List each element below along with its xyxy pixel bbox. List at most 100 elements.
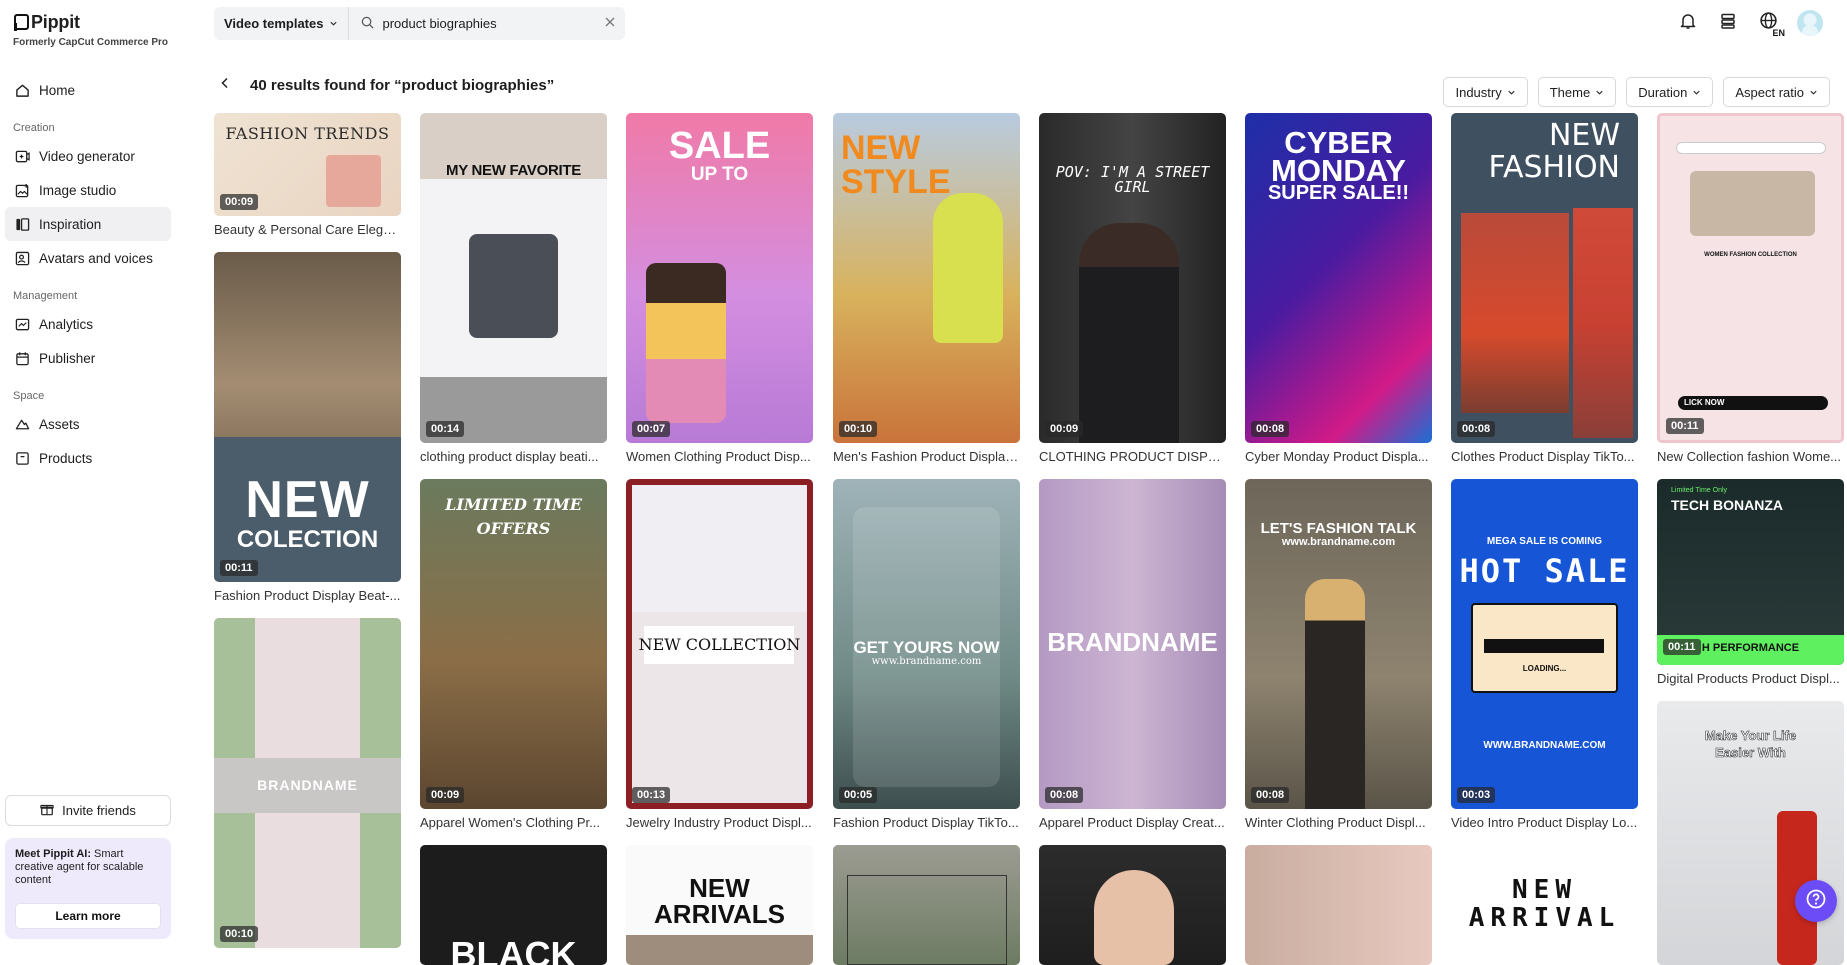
avatar-icon — [14, 250, 30, 266]
thumb-headline: NEW — [1512, 875, 1577, 905]
template-caption: Video Intro Product Display Lo... — [1451, 815, 1638, 830]
analytics-icon — [14, 316, 30, 332]
home-icon — [14, 82, 30, 98]
template-thumbnail[interactable]: Make Your Life Easier With — [1657, 701, 1844, 965]
language-button[interactable]: EN — [1757, 12, 1785, 38]
template-thumbnail[interactable]: NEW COLECTION 00:11 — [214, 252, 401, 582]
help-button[interactable] — [1795, 880, 1837, 922]
template-thumbnail[interactable] — [1039, 845, 1226, 965]
calendar-icon — [14, 350, 30, 366]
thumb-headline-2: ARRIVALS — [654, 899, 785, 929]
template-thumbnail[interactable]: NEW STYLE 00:10 — [833, 113, 1020, 443]
template-thumbnail[interactable]: SALE UP TO 00:07 — [626, 113, 813, 443]
template-caption: Jewelry Industry Product Displ... — [626, 815, 812, 830]
template-thumbnail[interactable] — [833, 845, 1020, 965]
template-thumbnail[interactable]: NEW COLLECTION 00:13 — [626, 479, 813, 809]
sidebar-item-video-generator[interactable]: Video generator — [5, 139, 171, 173]
filter-industry[interactable]: Industry — [1443, 77, 1528, 107]
thumb-headline: MY NEW FAVORITE — [446, 162, 581, 179]
filter-duration[interactable]: Duration — [1626, 77, 1714, 107]
nav-main: Home Creation Video generator Image stud… — [5, 73, 171, 475]
box-icon — [14, 450, 30, 466]
back-button[interactable] — [220, 76, 232, 94]
template-thumbnail[interactable]: POV: I'M A STREET GIRL 00:09 — [1039, 113, 1226, 443]
sidebar-item-publisher[interactable]: Publisher — [5, 341, 171, 375]
clear-search-button[interactable] — [595, 7, 625, 40]
sidebar-item-label: Assets — [39, 416, 80, 432]
filter-bar: Industry Theme Duration Aspect ratio — [1443, 77, 1830, 107]
promo-title: Meet Pippit AI: — [15, 848, 91, 860]
thumb-image — [1305, 579, 1365, 809]
thumb-headline-2: www.brandname.com — [871, 656, 982, 667]
sidebar-item-assets[interactable]: Assets — [5, 407, 171, 441]
chevron-down-icon — [1596, 90, 1603, 95]
brand[interactable]: Pippit Formerly CapCut Commerce Pro — [13, 12, 168, 48]
filter-label: Industry — [1455, 84, 1502, 100]
template-thumbnail[interactable]: CYBER MONDAY SUPER SALE!! 00:08 — [1245, 113, 1432, 443]
thumb-headline: NEW — [689, 873, 750, 903]
thumb-image — [1461, 213, 1569, 413]
sidebar-item-inspiration[interactable]: Inspiration — [5, 207, 171, 241]
thumb-headline-2: HOT SALE — [1459, 552, 1630, 590]
stack-icon — [1719, 12, 1737, 35]
sidebar-item-home[interactable]: Home — [5, 73, 171, 107]
thumb-headline-2: STYLE — [841, 163, 951, 201]
thumb-headline: NEW — [1548, 118, 1620, 153]
layers-button[interactable] — [1717, 12, 1739, 34]
results-title: 40 results found for “product biographie… — [250, 76, 555, 94]
template-thumbnail[interactable]: MY NEW FAVORITE 00:14 — [420, 113, 607, 443]
sidebar: Pippit Formerly CapCut Commerce Pro Home… — [0, 0, 172, 951]
learn-more-button[interactable]: Learn more — [15, 903, 161, 929]
thumb-headline-4: WWW.BRANDNAME.COM — [1483, 740, 1606, 751]
template-thumbnail[interactable]: BRANDNAME 00:08 — [1039, 479, 1226, 809]
sidebar-item-label: Analytics — [39, 316, 94, 332]
template-thumbnail[interactable]: MEGA SALE IS COMING HOT SALE LOADING... … — [1451, 479, 1638, 809]
template-thumbnail[interactable]: NEW FASHION 00:08 — [1451, 113, 1638, 443]
template-thumbnail[interactable] — [1245, 845, 1432, 965]
template-thumbnail[interactable]: NEW ARRIVAL — [1451, 845, 1638, 965]
template-thumbnail[interactable]: NEW ARRIVALS — [626, 845, 813, 965]
template-thumbnail[interactable]: Limited Time Only TECH BONANZA H PERFORM… — [1657, 479, 1844, 665]
thumb-headline-3: SUPER SALE!! — [1267, 182, 1410, 204]
template-thumbnail[interactable]: LET'S FASHION TALK www.brandname.com 00:… — [1245, 479, 1432, 809]
template-thumbnail[interactable]: LIMITED TIME OFFERS 00:09 — [420, 479, 607, 809]
thumb-image — [1573, 208, 1633, 438]
search-input[interactable] — [382, 16, 593, 31]
sidebar-item-analytics[interactable]: Analytics — [5, 307, 171, 341]
sidebar-item-avatars-voices[interactable]: Avatars and voices — [5, 241, 171, 275]
section-space: Space — [13, 390, 45, 402]
template-caption: Fashion Product Display TikTo... — [833, 815, 1019, 830]
thumb-headline: NEW — [841, 129, 921, 167]
template-thumbnail[interactable]: GET YOURS NOW www.brandname.com 00:05 — [833, 479, 1020, 809]
promo-text: Meet Pippit AI: Smart creative agent for… — [15, 848, 161, 887]
sidebar-item-image-studio[interactable]: Image studio — [5, 173, 171, 207]
template-type-dropdown[interactable]: Video templates — [214, 7, 350, 40]
thumb-headline-2: LICK NOW — [1684, 398, 1725, 407]
invite-label: Invite friends — [62, 803, 136, 818]
sidebar-item-products[interactable]: Products — [5, 441, 171, 475]
loading-bar — [1484, 639, 1604, 653]
chevron-down-icon — [1810, 90, 1817, 95]
filter-theme[interactable]: Theme — [1537, 77, 1617, 107]
thumb-image — [933, 193, 1003, 343]
filter-aspect-ratio[interactable]: Aspect ratio — [1723, 77, 1830, 107]
template-thumbnail[interactable]: FASHION TRENDS 00:09 — [214, 113, 401, 216]
duration-badge: 00:11 — [1663, 639, 1701, 655]
invite-friends-button[interactable]: Invite friends — [5, 795, 171, 826]
question-icon — [1805, 888, 1827, 915]
user-avatar[interactable] — [1797, 10, 1823, 36]
brand-name: Pippit — [31, 12, 80, 32]
template-thumbnail[interactable]: BLACK — [420, 845, 607, 965]
thumb-headline: NEW — [245, 471, 370, 529]
chevron-down-icon — [329, 16, 338, 31]
thumb-search — [1676, 142, 1826, 154]
thumb-image — [626, 935, 813, 965]
template-thumbnail[interactable]: WOMEN FASHION COLLECTION LICK NOW 00:11 — [1657, 113, 1844, 443]
template-type-label: Video templates — [224, 16, 324, 31]
thumb-headline: Make Your Life — [1704, 728, 1797, 743]
duration-badge: 00:08 — [1457, 421, 1496, 437]
sidebar-item-label: Products — [39, 450, 93, 466]
notifications-button[interactable] — [1677, 12, 1699, 34]
duration-badge: 00:09 — [426, 787, 465, 803]
template-thumbnail[interactable]: BRANDNAME 00:10 — [214, 618, 401, 948]
